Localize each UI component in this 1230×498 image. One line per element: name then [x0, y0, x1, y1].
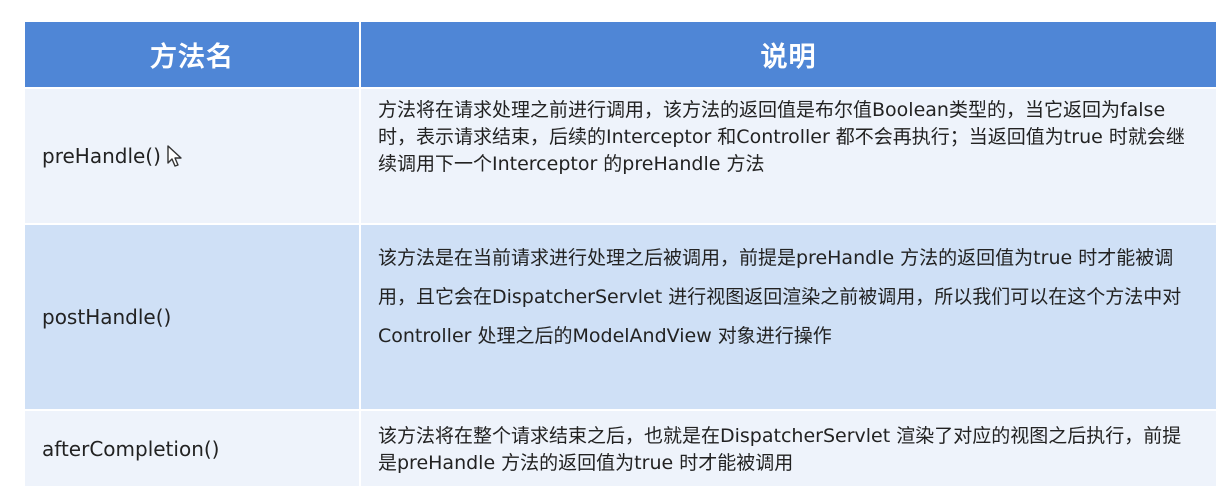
method-cell-aftercompletion: afterCompletion() — [25, 411, 361, 488]
method-name: preHandle() — [42, 144, 161, 168]
method-name: postHandle() — [42, 305, 172, 329]
interceptor-methods-table: 方法名 说明 preHandle() 方法将在请求处理之前进行调用，该方法的返回… — [25, 22, 1216, 488]
description-cell-posthandle: 该方法是在当前请求进行处理之后被调用，前提是preHandle 方法的返回值为t… — [361, 225, 1216, 411]
method-cell-posthandle: postHandle() — [25, 225, 361, 411]
method-name: afterCompletion() — [42, 436, 220, 461]
header-method-name: 方法名 — [25, 22, 361, 89]
description-cell-prehandle: 方法将在请求处理之前进行调用，该方法的返回值是布尔值Boolean类型的，当它返… — [361, 89, 1216, 225]
description-cell-aftercompletion: 该方法将在整个请求结束之后，也就是在DispatcherServlet 渲染了对… — [361, 411, 1216, 488]
method-cell-prehandle: preHandle() — [25, 89, 361, 225]
mouse-pointer-icon — [166, 144, 184, 168]
header-description: 说明 — [361, 22, 1216, 89]
